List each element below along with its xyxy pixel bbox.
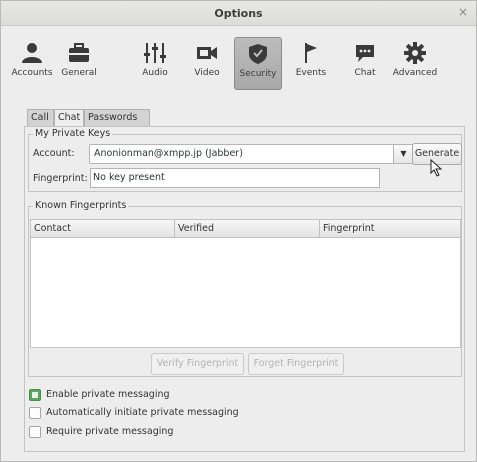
enable-private-messaging-label: Enable private messaging [46,389,170,400]
account-select[interactable]: Anonionman@xmpp.jp (Jabber) ▼ [89,144,414,164]
flag-icon [305,43,317,63]
toolbar-label: Advanced [392,68,438,78]
options-window: Options × Accounts General Audio Video S… [0,0,477,462]
tab-passwords[interactable]: Passwords [84,109,150,126]
category-toolbar: Accounts General Audio Video Security Ev… [1,27,476,95]
video-icon [197,47,217,59]
account-label: Account: [33,148,75,159]
accounts-icon [22,43,42,63]
toolbar-label: Video [194,68,220,78]
column-header-fingerprint[interactable]: Fingerprint [320,220,460,238]
title-bar: Options × [1,1,476,26]
toolbar-label: General [61,68,97,78]
security-icon [249,44,267,64]
auto-initiate-label: Automatically initiate private messaging [46,407,239,418]
toolbar-label: Accounts [11,68,53,78]
fingerprint-label: Fingerprint: [33,173,88,184]
tab-chat[interactable]: Chat [54,109,84,127]
toolbar-item-accounts[interactable]: Accounts [9,37,55,90]
close-icon[interactable]: × [456,5,470,19]
verify-fingerprint-button[interactable]: Verify Fingerprint [151,353,244,375]
column-header-verified[interactable]: Verified [175,220,320,238]
chat-icon [356,45,374,62]
account-value: Anonionman@xmpp.jp (Jabber) [94,148,243,159]
require-private-messaging-checkbox[interactable] [29,426,41,438]
enable-private-messaging-checkbox[interactable] [29,389,41,401]
toolbar-label: Audio [142,68,168,78]
fingerprints-table[interactable]: Contact Verified Fingerprint [30,219,461,348]
toolbar-label: Events [295,68,327,78]
toolbar-item-security[interactable]: Security [234,37,282,90]
toolbar-label: Chat [354,68,376,78]
general-icon [69,43,89,62]
chat-security-panel: My Private Keys Account: Anonionman@xmpp… [24,126,465,452]
gear-icon [404,42,426,64]
toolbar-item-chat[interactable]: Chat [345,37,385,90]
toolbar-item-general[interactable]: General [57,37,101,90]
dropdown-arrow-icon[interactable]: ▼ [393,145,413,163]
toolbar-item-advanced[interactable]: Advanced [389,37,441,90]
mouse-cursor-icon [430,159,443,177]
private-keys-legend: My Private Keys [33,128,113,139]
private-keys-group: My Private Keys Account: Anonionman@xmpp… [28,128,462,192]
toolbar-item-video[interactable]: Video [187,37,227,90]
auto-initiate-checkbox[interactable] [29,407,41,419]
forget-fingerprint-button[interactable]: Forget Fingerprint [248,353,344,375]
fingerprint-field[interactable]: No key present [90,168,380,188]
toolbar-label: Security [239,69,277,79]
toolbar-item-events[interactable]: Events [291,37,331,90]
tab-call[interactable]: Call [27,109,54,126]
column-header-contact[interactable]: Contact [31,220,175,238]
audio-icon [144,43,166,63]
known-fingerprints-legend: Known Fingerprints [33,200,129,211]
toolbar-item-audio[interactable]: Audio [135,37,175,90]
window-title: Options [214,7,263,20]
require-private-messaging-label: Require private messaging [46,426,174,437]
known-fingerprints-group: Known Fingerprints Contact Verified Fing… [28,200,462,377]
